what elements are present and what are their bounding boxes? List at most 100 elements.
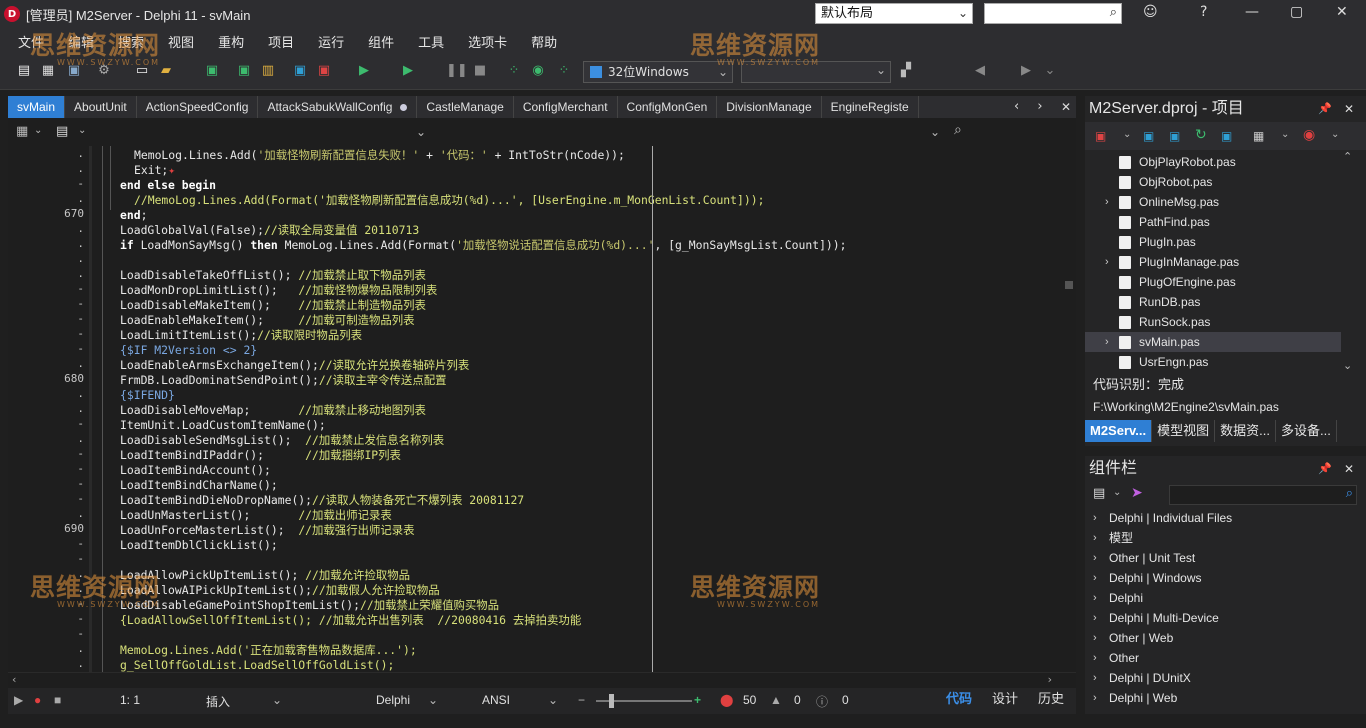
tab-svmain[interactable]: svMain — [8, 96, 66, 118]
chevron-down-icon[interactable]: ⌄ — [930, 125, 940, 139]
chevron-down-icon[interactable]: ⌄ — [1042, 63, 1058, 79]
minimize-button[interactable]: — — [1245, 4, 1259, 20]
language-mode[interactable]: Delphi — [376, 693, 410, 707]
menu-tools[interactable]: 工具 — [406, 32, 456, 51]
project-file-item[interactable]: › PlugInManage.pas — [1085, 252, 1353, 272]
close-button[interactable]: ✕ — [1336, 4, 1348, 20]
project-file-item[interactable]: RunDB.pas — [1085, 292, 1353, 312]
chevron-right-icon[interactable]: › — [1093, 588, 1097, 608]
palette-category[interactable]: › Delphi | Individual Files — [1085, 508, 1366, 528]
tab-engineregiste[interactable]: EngineRegiste — [822, 96, 919, 118]
project-file-item[interactable]: ObjPlayRobot.pas — [1085, 152, 1353, 172]
project-file-item[interactable]: UsrEngn.pas — [1085, 352, 1353, 372]
chevron-down-icon[interactable]: ⌄ — [548, 693, 558, 707]
tab-aboutunit[interactable]: AboutUnit — [65, 96, 137, 118]
pause-icon[interactable]: ❚❚ — [446, 63, 468, 79]
zoom-slider-thumb[interactable] — [609, 694, 614, 708]
tab-attacksabukwallconfig[interactable]: AttackSabukWallConfig — [258, 96, 418, 118]
play-icon[interactable]: ▶ — [14, 693, 23, 707]
build-config-icon[interactable]: ▣ — [1095, 129, 1106, 143]
tab-data-explorer[interactable]: 数据资... — [1215, 420, 1276, 442]
palette-search-input[interactable]: ⌕ — [1169, 485, 1357, 505]
search-icon[interactable]: ⌕ — [954, 122, 962, 138]
stop-icon[interactable]: ■ — [472, 63, 488, 79]
chevron-down-icon[interactable]: ⌄ — [34, 125, 42, 136]
tab-history-view[interactable]: 历史 — [1032, 690, 1070, 710]
palette-category[interactable]: › Delphi | DUnitX — [1085, 668, 1366, 688]
menu-view[interactable]: 视图 — [156, 32, 206, 51]
chevron-right-icon[interactable]: › — [1105, 192, 1109, 212]
deploy-icon[interactable]: ▞ — [898, 63, 914, 79]
document-icon[interactable]: ▤ — [56, 124, 68, 139]
tab-actionspeedconfig[interactable]: ActionSpeedConfig — [137, 96, 259, 118]
chevron-left-icon[interactable]: ‹ — [1014, 99, 1019, 114]
insert-mode[interactable]: 插入 — [206, 693, 230, 710]
chevron-down-icon[interactable]: ⌄ — [78, 125, 86, 136]
cursor-arrow-icon[interactable]: ➤ — [1131, 485, 1143, 501]
pin-icon[interactable]: 📌 — [1318, 456, 1332, 482]
chevron-right-icon[interactable]: › — [1093, 668, 1097, 688]
project-file-item[interactable]: RunSock.pas — [1085, 312, 1353, 332]
menu-component[interactable]: 组件 — [356, 32, 406, 51]
refresh-icon[interactable]: ↻ — [1195, 127, 1207, 143]
project-file-item[interactable]: ObjRobot.pas — [1085, 172, 1353, 192]
project-file-item[interactable]: PlugIn.pas — [1085, 232, 1353, 252]
menu-project[interactable]: 项目 — [256, 32, 306, 51]
open-project-icon[interactable]: ▥ — [260, 63, 276, 79]
project-tree-scrollbar[interactable]: ⌃ ⌄ — [1341, 150, 1355, 372]
structure-icon[interactable]: ▦ — [16, 124, 28, 139]
tab-configmerchant[interactable]: ConfigMerchant — [514, 96, 618, 118]
warning-icon[interactable]: ▲ — [770, 693, 782, 707]
tab-model-view[interactable]: 模型视图 — [1152, 420, 1216, 442]
tab-code-view[interactable]: 代码 — [940, 690, 978, 710]
chevron-right-icon[interactable]: › — [1093, 688, 1097, 708]
palette-category[interactable]: › Delphi | Windows — [1085, 568, 1366, 588]
save-icon[interactable]: ▣ — [204, 63, 220, 79]
palette-category[interactable]: › Delphi — [1085, 588, 1366, 608]
chevron-down-icon[interactable]: ⌄ — [1123, 129, 1131, 140]
close-tab-icon[interactable]: ✕ — [1061, 96, 1071, 118]
tab-castlemanage[interactable]: CastleManage — [417, 96, 514, 118]
chevron-left-icon[interactable]: ‹ — [12, 673, 16, 686]
encoding[interactable]: ANSI — [482, 693, 510, 707]
remove-from-project-icon[interactable]: ▣ — [316, 63, 332, 79]
tab-divisionmanage[interactable]: DivisionManage — [717, 96, 822, 118]
chevron-up-icon[interactable]: ⌃ — [1343, 150, 1352, 163]
tab-project[interactable]: M2Serv... — [1085, 420, 1153, 442]
project-file-item[interactable]: › svMain.pas — [1085, 332, 1353, 352]
step-over-icon[interactable]: ⁘ — [506, 63, 522, 79]
palette-category[interactable]: › Other — [1085, 648, 1366, 668]
chevron-right-icon[interactable]: › — [1037, 99, 1042, 114]
chevron-down-icon[interactable]: ⌄ — [1281, 129, 1289, 140]
stop-icon[interactable]: ■ — [54, 693, 61, 707]
tab-multi-device[interactable]: 多设备... — [1276, 420, 1337, 442]
chevron-down-icon[interactable]: ⌄ — [1343, 359, 1352, 372]
chevron-right-icon[interactable]: › — [1105, 252, 1109, 272]
chevron-right-icon[interactable]: › — [1093, 548, 1097, 568]
add-to-project-icon[interactable]: ▣ — [292, 63, 308, 79]
palette-category[interactable]: › Other | Unit Test — [1085, 548, 1366, 568]
project-file-item[interactable]: PathFind.pas — [1085, 212, 1353, 232]
hint-icon[interactable]: ⓘ — [816, 693, 828, 710]
forward-arrow-icon[interactable]: ▶ — [1018, 63, 1034, 79]
palette-category[interactable]: › Delphi | Multi-Device — [1085, 608, 1366, 628]
chevron-down-icon[interactable]: ⌄ — [416, 125, 426, 139]
categories-icon[interactable]: ▤ — [1093, 486, 1105, 501]
layout-icon[interactable]: ▦ — [1253, 129, 1264, 143]
chevron-down-icon[interactable]: ⌄ — [272, 693, 282, 707]
run-to-cursor-icon[interactable]: ⁘ — [556, 63, 572, 79]
editor-vertical-scrollbar[interactable] — [1062, 146, 1076, 672]
project-file-item[interactable]: › OnlineMsg.pas — [1085, 192, 1353, 212]
menu-tabs[interactable]: 选项卡 — [456, 32, 519, 51]
run-without-debug-icon[interactable]: ▶ — [400, 63, 416, 79]
expand-icon[interactable]: ▣ — [1221, 129, 1232, 143]
tab-configmongen[interactable]: ConfigMonGen — [618, 96, 718, 118]
sync-icon[interactable]: ▣ — [1169, 129, 1180, 143]
add-new-icon[interactable]: ▣ — [1143, 129, 1154, 143]
chevron-right-icon[interactable]: › — [1093, 608, 1097, 628]
menu-run[interactable]: 运行 — [306, 32, 356, 51]
close-icon[interactable]: ✕ — [1344, 456, 1354, 482]
palette-category[interactable]: › 模型 — [1085, 528, 1366, 548]
ide-search-input[interactable]: ⌕ — [984, 3, 1122, 24]
open-folder-icon[interactable]: ▰ — [158, 63, 174, 79]
